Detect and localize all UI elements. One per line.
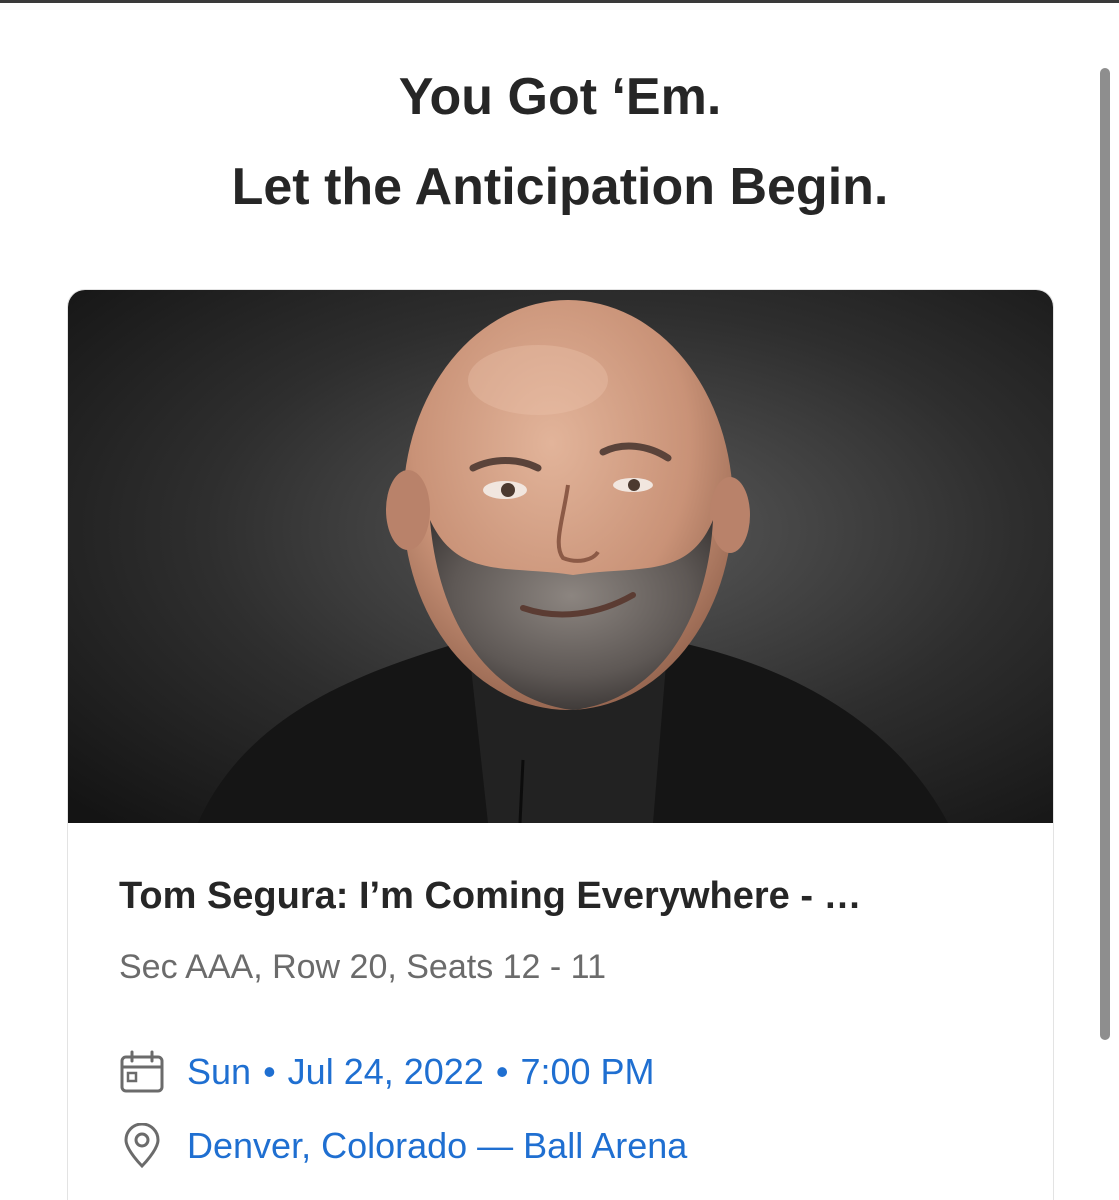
date-separator-2: • (495, 1051, 509, 1092)
event-title[interactable]: Tom Segura: I’m Coming Everywhere - … (119, 875, 999, 918)
confirmation-headline: You Got ‘Em. Let the Anticipation Begin. (60, 52, 1060, 232)
headline-line-1: You Got ‘Em. (398, 68, 722, 126)
event-day: Sun (187, 1051, 252, 1092)
performer-photo (68, 290, 1053, 823)
calendar-icon (120, 1050, 164, 1093)
seat-details: Sec AAA, Row 20, Seats 12 - 11 (119, 948, 606, 986)
event-date-row: Sun • Jul 24, 2022 • 7:00 PM (119, 1046, 655, 1098)
confirmation-page: You Got ‘Em. Let the Anticipation Begin. (0, 0, 1119, 1200)
event-location[interactable]: Denver, Colorado — Ball Arena (187, 1125, 687, 1167)
event-time: 7:00 PM (520, 1051, 655, 1092)
scrollbar[interactable] (1100, 68, 1110, 1040)
event-date: Jul 24, 2022 (287, 1051, 484, 1092)
top-divider (0, 0, 1119, 3)
location-pin-icon (124, 1123, 160, 1169)
date-separator-1: • (263, 1051, 276, 1092)
event-card[interactable]: Tom Segura: I’m Coming Everywhere - … Se… (67, 289, 1054, 1200)
event-location-row[interactable]: Denver, Colorado — Ball Arena (119, 1120, 687, 1172)
headline-line-2: Let the Anticipation Begin. (231, 158, 889, 216)
